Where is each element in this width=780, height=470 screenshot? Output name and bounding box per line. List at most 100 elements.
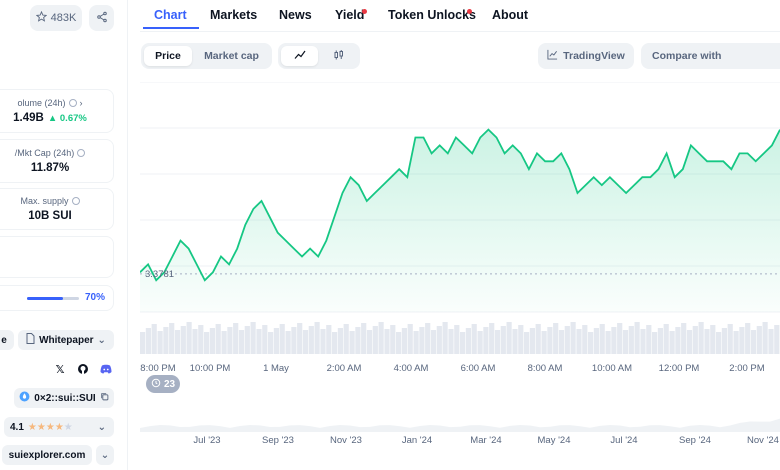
volume-bar [739, 327, 745, 354]
volume-bar [285, 331, 291, 354]
compare-with-select[interactable]: Compare with [641, 43, 780, 69]
x-tick-label: 4:00 AM [394, 363, 429, 374]
volume-bar [518, 325, 524, 354]
volume-bar [332, 332, 338, 354]
volume-bar [471, 324, 477, 354]
coin-sidebar: 483K olume (24h) › 1.49B ▲ 0.67% /Mkt Cap … [0, 0, 128, 470]
volume-bar [582, 325, 588, 354]
info-icon[interactable] [68, 99, 77, 107]
timeline-tick-label: Jul '23 [193, 435, 220, 446]
explorer-label: suiexplorer.com [8, 449, 86, 461]
volume-bar [547, 327, 553, 354]
share-button[interactable] [89, 5, 114, 31]
vol-mkt-card: /Mkt Cap (24h) 11.87% [0, 139, 114, 183]
active-tab-underline [143, 27, 199, 29]
volume-bar [297, 323, 303, 354]
volume-bar [163, 327, 169, 354]
tab-news[interactable]: News [279, 8, 312, 22]
events-count: 23 [163, 378, 176, 390]
website-label: e [1, 334, 7, 346]
volume-bar [774, 325, 780, 354]
candlestick-option[interactable] [320, 46, 357, 66]
volume-bar [314, 322, 320, 354]
line-chart-option[interactable] [281, 46, 318, 66]
x-tick-label: 6:00 AM [461, 363, 496, 374]
timeline-overview[interactable] [140, 418, 780, 432]
volume-bar [716, 332, 722, 354]
x-tick-label: 10:00 PM [190, 363, 231, 374]
explorer-dropdown-button[interactable]: ⌄ [96, 445, 114, 465]
volume-bar [366, 330, 373, 354]
max-supply-label: Max. supply [20, 196, 69, 206]
events-badge[interactable]: 23 [146, 375, 180, 393]
volume-bar [221, 331, 227, 354]
volume-bar [500, 326, 506, 354]
chevron-down-icon: ⌄ [97, 334, 106, 346]
watchlist-button[interactable]: 483K [30, 5, 82, 31]
marketcap-option[interactable]: Market cap [194, 46, 269, 66]
rating-button[interactable]: 4.1 ★★★★★ ⌄ [4, 417, 114, 437]
volume-bar [512, 329, 518, 354]
volume-bar [343, 324, 349, 354]
x-tick-label: 10:00 AM [592, 363, 632, 374]
star-outline-icon [35, 10, 47, 25]
volume-card[interactable]: olume (24h) › 1.49B ▲ 0.67% [0, 89, 114, 133]
timeline-tick-label: Jul '24 [610, 435, 637, 446]
volume-bar [570, 322, 576, 354]
whitepaper-button[interactable]: Whitepaper ⌄ [18, 330, 114, 350]
volume-bar [442, 322, 448, 354]
vol-mkt-value: 11.87% [30, 162, 70, 174]
discord-icon[interactable] [98, 361, 114, 377]
x-tick-label: 1 May [263, 363, 289, 374]
rating-stars: ★★★★★ [27, 421, 73, 433]
volume-bar [762, 322, 768, 354]
tab-about[interactable]: About [492, 8, 528, 22]
volume-bar [768, 329, 774, 354]
reference-price-label: 3.3781 [145, 269, 174, 280]
volume-bar [396, 332, 402, 354]
info-icon[interactable] [71, 197, 80, 205]
volume-bar [268, 332, 274, 354]
x-axis-labels: 8:00 PM 10:00 PM 1 May 2:00 AM 4:00 AM 6:00 A… [140, 363, 764, 374]
volume-bar [302, 330, 309, 354]
x-twitter-icon[interactable]: 𝕏 [52, 361, 68, 377]
tab-token-unlocks[interactable]: Token Unlocks [388, 8, 476, 22]
volume-bar [698, 322, 704, 354]
volume-bar [634, 322, 640, 354]
price-option[interactable]: Price [144, 46, 192, 66]
volume-bar [262, 325, 268, 354]
volume-bar [454, 325, 460, 354]
website-button[interactable]: e [0, 330, 14, 350]
tradingview-button[interactable]: TradingView [538, 43, 634, 69]
tab-markets[interactable]: Markets [210, 8, 257, 22]
volume-change: 0.67% [59, 112, 87, 124]
copy-icon[interactable] [100, 392, 109, 404]
volume-bar [599, 324, 605, 354]
timeline-tick-label: Jan '24 [402, 435, 432, 446]
github-icon[interactable] [75, 361, 91, 377]
explorer-link-button[interactable]: suiexplorer.com [2, 445, 92, 465]
tab-chart[interactable]: Chart [154, 8, 187, 22]
contract-address-button[interactable]: 0×2::sui::SUI [14, 388, 114, 408]
volume-bar [529, 328, 535, 354]
empty-card [0, 236, 114, 278]
rating-value: 4.1 [10, 421, 24, 433]
volume-bar [465, 328, 471, 354]
volume-bar [355, 327, 361, 354]
volume-bar [692, 326, 698, 354]
volume-value: 1.49B [13, 112, 44, 124]
volume-bar [564, 326, 570, 354]
document-icon [26, 333, 35, 347]
volume-bar [686, 330, 693, 354]
volume-bar [727, 324, 733, 354]
volume-bar [326, 325, 332, 354]
progress-track [27, 297, 79, 300]
volume-bar [227, 327, 233, 354]
info-icon[interactable] [77, 149, 86, 157]
volume-bar [622, 330, 629, 354]
tab-yield[interactable]: Yield [335, 8, 364, 22]
timeline-tick-label: Nov '24 [747, 435, 779, 446]
price-chart[interactable]: 3.3781 8:00 PM 10:00 PM 1 May 2:00 AM 4:00 A… [140, 82, 780, 470]
volume-bar [750, 330, 757, 354]
max-supply-value: 10B SUI [28, 210, 72, 222]
